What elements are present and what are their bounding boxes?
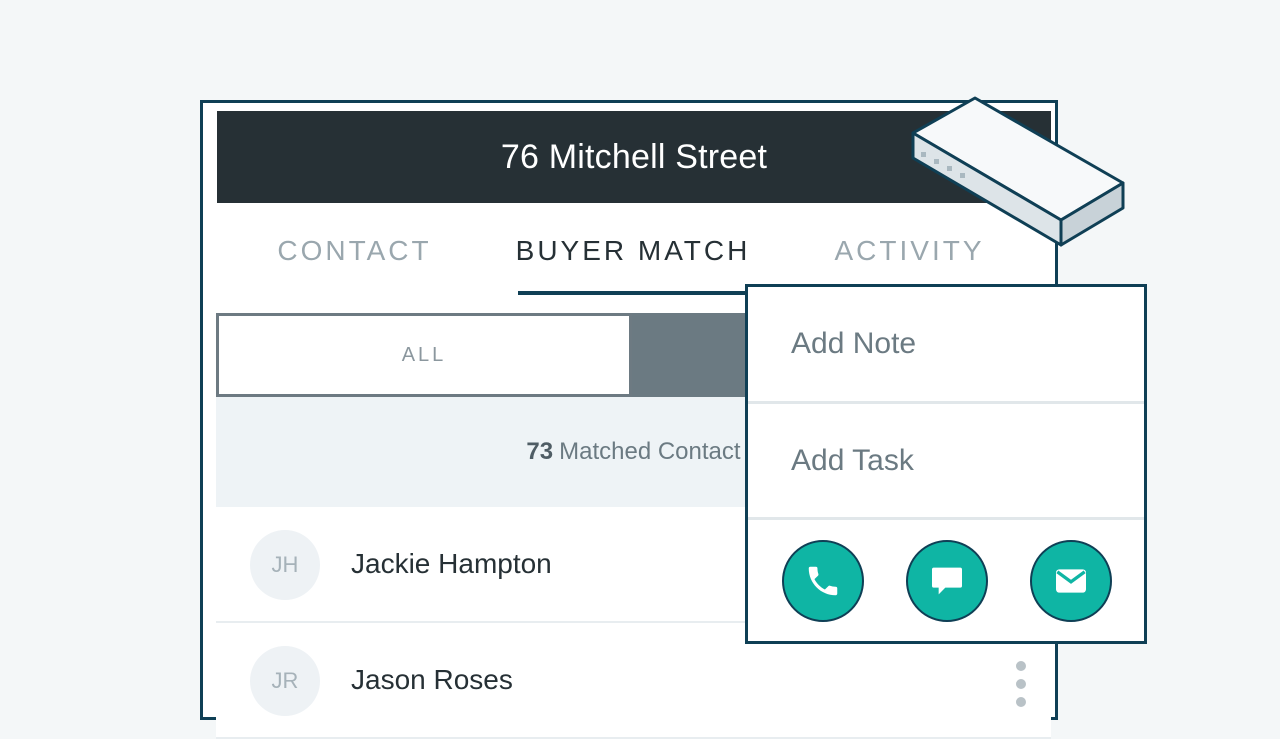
filter-all-button[interactable]: ALL bbox=[216, 313, 632, 397]
avatar: JH bbox=[250, 530, 320, 600]
avatar: JR bbox=[250, 646, 320, 716]
router-device-illustration bbox=[911, 96, 1125, 247]
add-note-item[interactable]: Add Note bbox=[748, 287, 1144, 401]
message-icon bbox=[932, 567, 962, 595]
action-menu: Add Note Add Task bbox=[745, 284, 1147, 644]
phone-icon bbox=[808, 566, 838, 596]
contact-name: Jason Roses bbox=[351, 664, 513, 695]
call-button[interactable] bbox=[782, 540, 864, 622]
email-button[interactable] bbox=[1030, 540, 1112, 622]
divider bbox=[748, 517, 1144, 520]
mail-icon bbox=[1056, 569, 1086, 593]
page-title-text: 76 Mitchell Street bbox=[500, 137, 768, 176]
add-task-item[interactable]: Add Task bbox=[748, 404, 1144, 518]
matched-count: 73 bbox=[526, 438, 554, 465]
tab-contact[interactable]: CONTACT bbox=[247, 203, 462, 299]
matched-label: Matched Contact bbox=[559, 438, 741, 465]
tab-buyer-match[interactable]: BUYER MATCH bbox=[513, 203, 753, 299]
more-options-icon[interactable] bbox=[1016, 661, 1028, 717]
contact-name: Jackie Hampton bbox=[351, 548, 552, 579]
active-tab-indicator bbox=[518, 291, 750, 295]
message-button[interactable] bbox=[906, 540, 988, 622]
